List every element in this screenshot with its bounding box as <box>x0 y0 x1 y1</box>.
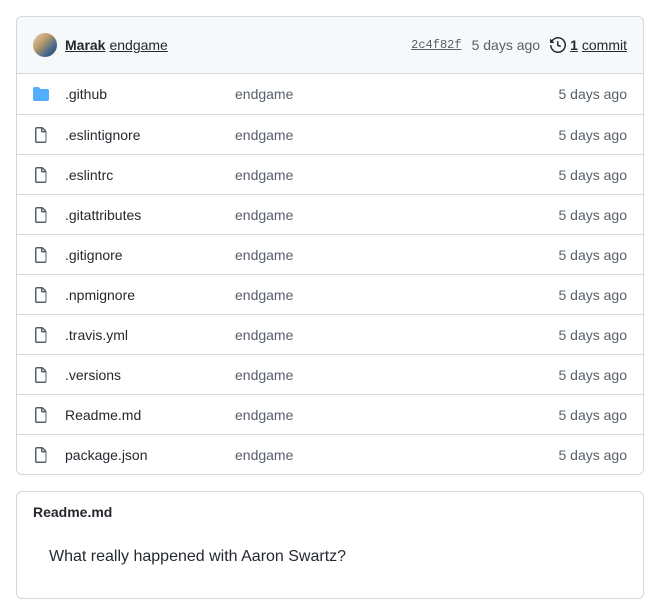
file-name-link[interactable]: .eslintignore <box>65 127 141 143</box>
files-list: .github endgame 5 days ago .eslintignore end… <box>17 74 643 474</box>
avatar[interactable] <box>33 33 57 57</box>
file-icon <box>33 367 49 383</box>
readme-filename[interactable]: Readme.md <box>17 492 643 532</box>
file-name-link[interactable]: .eslintrc <box>65 167 113 183</box>
file-icon <box>33 407 49 423</box>
readme-box: Readme.md What really happened with Aaro… <box>16 491 644 599</box>
file-age: 5 days ago <box>559 127 628 143</box>
file-name-link[interactable]: .versions <box>65 367 121 383</box>
file-age: 5 days ago <box>559 287 628 303</box>
file-commit-message-link[interactable]: endgame <box>235 127 293 143</box>
file-icon <box>33 247 49 263</box>
file-age: 5 days ago <box>559 167 628 183</box>
commits-count-number: 1 <box>570 37 578 53</box>
commit-history-link[interactable]: 1 commit <box>550 37 627 53</box>
file-commit-message-link[interactable]: endgame <box>235 367 293 383</box>
table-row: .eslintignore endgame 5 days ago <box>17 114 643 154</box>
table-row: Readme.md endgame 5 days ago <box>17 394 643 434</box>
commit-message-link[interactable]: endgame <box>109 37 167 53</box>
file-commit-message-link[interactable]: endgame <box>235 447 293 463</box>
file-commit-message-link[interactable]: endgame <box>235 327 293 343</box>
file-age: 5 days ago <box>559 327 628 343</box>
table-row: .gitignore endgame 5 days ago <box>17 234 643 274</box>
file-commit-message-link[interactable]: endgame <box>235 207 293 223</box>
file-icon <box>33 207 49 223</box>
file-age: 5 days ago <box>559 247 628 263</box>
commit-meta: 2c4f82f 5 days ago 1 commit <box>411 37 627 53</box>
file-commit-message-link[interactable]: endgame <box>235 287 293 303</box>
readme-content: What really happened with Aaron Swartz? <box>17 532 643 598</box>
file-commit-message-link[interactable]: endgame <box>235 86 293 102</box>
latest-commit-header: Marak endgame 2c4f82f 5 days ago 1 commi… <box>17 17 643 74</box>
file-age: 5 days ago <box>559 447 628 463</box>
history-icon <box>550 37 566 53</box>
file-listing-box: Marak endgame 2c4f82f 5 days ago 1 commi… <box>16 16 644 475</box>
table-row: .gitattributes endgame 5 days ago <box>17 194 643 234</box>
folder-icon <box>33 86 49 102</box>
file-age: 5 days ago <box>559 407 628 423</box>
commit-sha-link[interactable]: 2c4f82f <box>411 38 461 52</box>
file-icon <box>33 447 49 463</box>
table-row: .versions endgame 5 days ago <box>17 354 643 394</box>
commits-count-label: commit <box>582 37 627 53</box>
file-age: 5 days ago <box>559 207 628 223</box>
file-commit-message-link[interactable]: endgame <box>235 247 293 263</box>
table-row: .travis.yml endgame 5 days ago <box>17 314 643 354</box>
file-icon <box>33 287 49 303</box>
table-row: package.json endgame 5 days ago <box>17 434 643 474</box>
file-age: 5 days ago <box>559 86 628 102</box>
table-row: .npmignore endgame 5 days ago <box>17 274 643 314</box>
file-name-link[interactable]: .gitattributes <box>65 207 141 223</box>
file-age: 5 days ago <box>559 367 628 383</box>
commit-age: 5 days ago <box>472 37 541 53</box>
file-name-link[interactable]: .travis.yml <box>65 327 128 343</box>
table-row: .eslintrc endgame 5 days ago <box>17 154 643 194</box>
file-name-link[interactable]: package.json <box>65 447 148 463</box>
file-icon <box>33 167 49 183</box>
file-commit-message-link[interactable]: endgame <box>235 167 293 183</box>
file-icon <box>33 327 49 343</box>
file-name-link[interactable]: Readme.md <box>65 407 141 423</box>
file-name-link[interactable]: .github <box>65 86 107 102</box>
table-row: .github endgame 5 days ago <box>17 74 643 114</box>
file-name-link[interactable]: .gitignore <box>65 247 123 263</box>
commit-author-link[interactable]: Marak <box>65 37 105 53</box>
file-icon <box>33 127 49 143</box>
file-commit-message-link[interactable]: endgame <box>235 407 293 423</box>
file-name-link[interactable]: .npmignore <box>65 287 135 303</box>
